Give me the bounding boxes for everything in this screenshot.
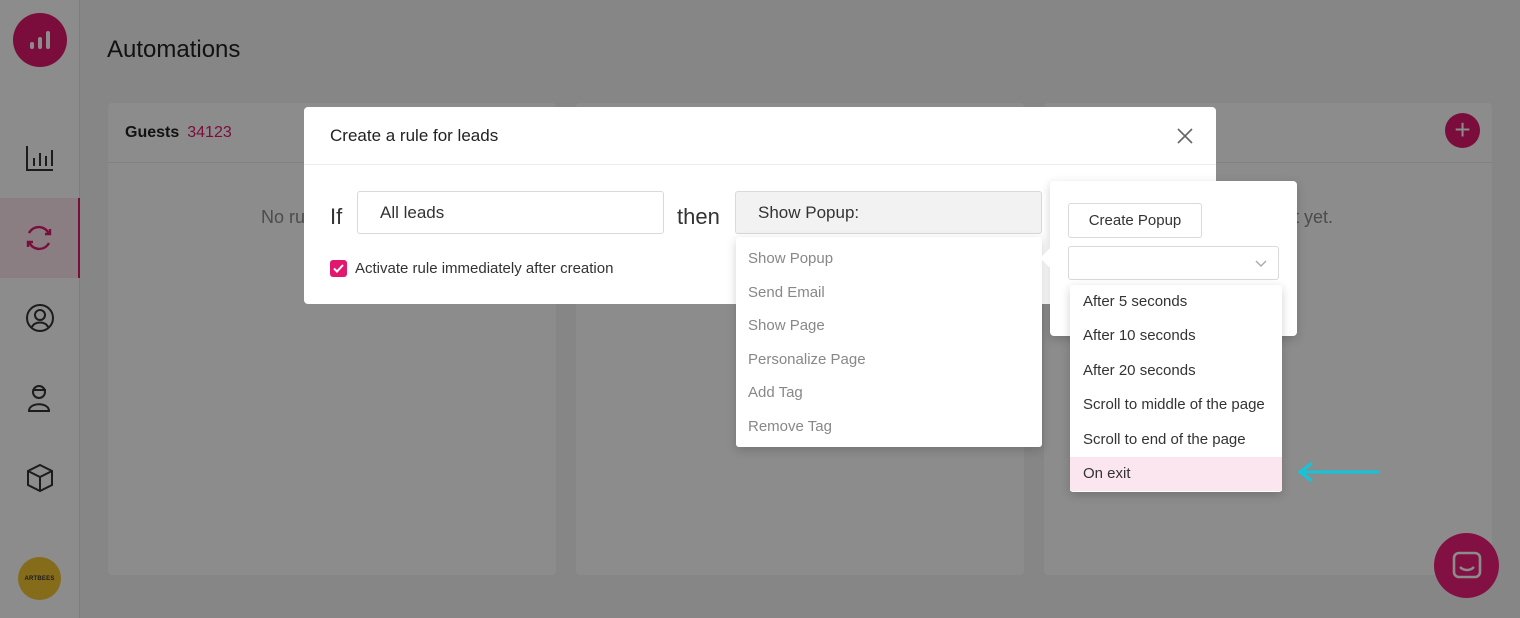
action-option[interactable]: Send Email [736, 276, 1042, 310]
annotation-arrow-icon [1297, 461, 1380, 483]
activate-label: Activate rule immediately after creation [355, 260, 614, 277]
action-option[interactable]: Show Popup [736, 242, 1042, 276]
action-option[interactable]: Personalize Page [736, 343, 1042, 377]
timing-option-selected[interactable]: On exit [1070, 456, 1282, 492]
timing-option[interactable]: Scroll to end of the page [1070, 423, 1282, 457]
timing-dropdown: After 5 seconds After 10 seconds After 2… [1070, 285, 1282, 492]
timing-option[interactable]: After 10 seconds [1070, 319, 1282, 353]
action-select[interactable]: Show Popup: [735, 191, 1042, 234]
action-option[interactable]: Remove Tag [736, 410, 1042, 444]
timing-option[interactable]: After 20 seconds [1070, 354, 1282, 388]
check-icon [333, 264, 344, 273]
chevron-down-icon [1255, 260, 1267, 267]
action-option[interactable]: Add Tag [736, 376, 1042, 410]
timing-option[interactable]: After 5 seconds [1070, 285, 1282, 319]
timing-select[interactable] [1068, 246, 1279, 280]
action-select-value: Show Popup: [758, 202, 860, 222]
then-label: then [677, 204, 720, 229]
create-popup-button[interactable]: Create Popup [1068, 203, 1202, 238]
lead-filter-select[interactable]: All leads [357, 191, 664, 234]
create-popup-label: Create Popup [1088, 212, 1182, 229]
activate-checkbox[interactable] [330, 260, 347, 277]
action-option[interactable]: Show Page [736, 309, 1042, 343]
timing-option[interactable]: Scroll to middle of the page [1070, 388, 1282, 422]
lead-filter-value: All leads [380, 202, 445, 222]
action-dropdown: Show Popup Send Email Show Page Personal… [736, 237, 1042, 447]
close-icon[interactable] [1176, 127, 1194, 145]
if-label: If [330, 204, 343, 229]
modal-title: Create a rule for leads [304, 107, 1216, 165]
